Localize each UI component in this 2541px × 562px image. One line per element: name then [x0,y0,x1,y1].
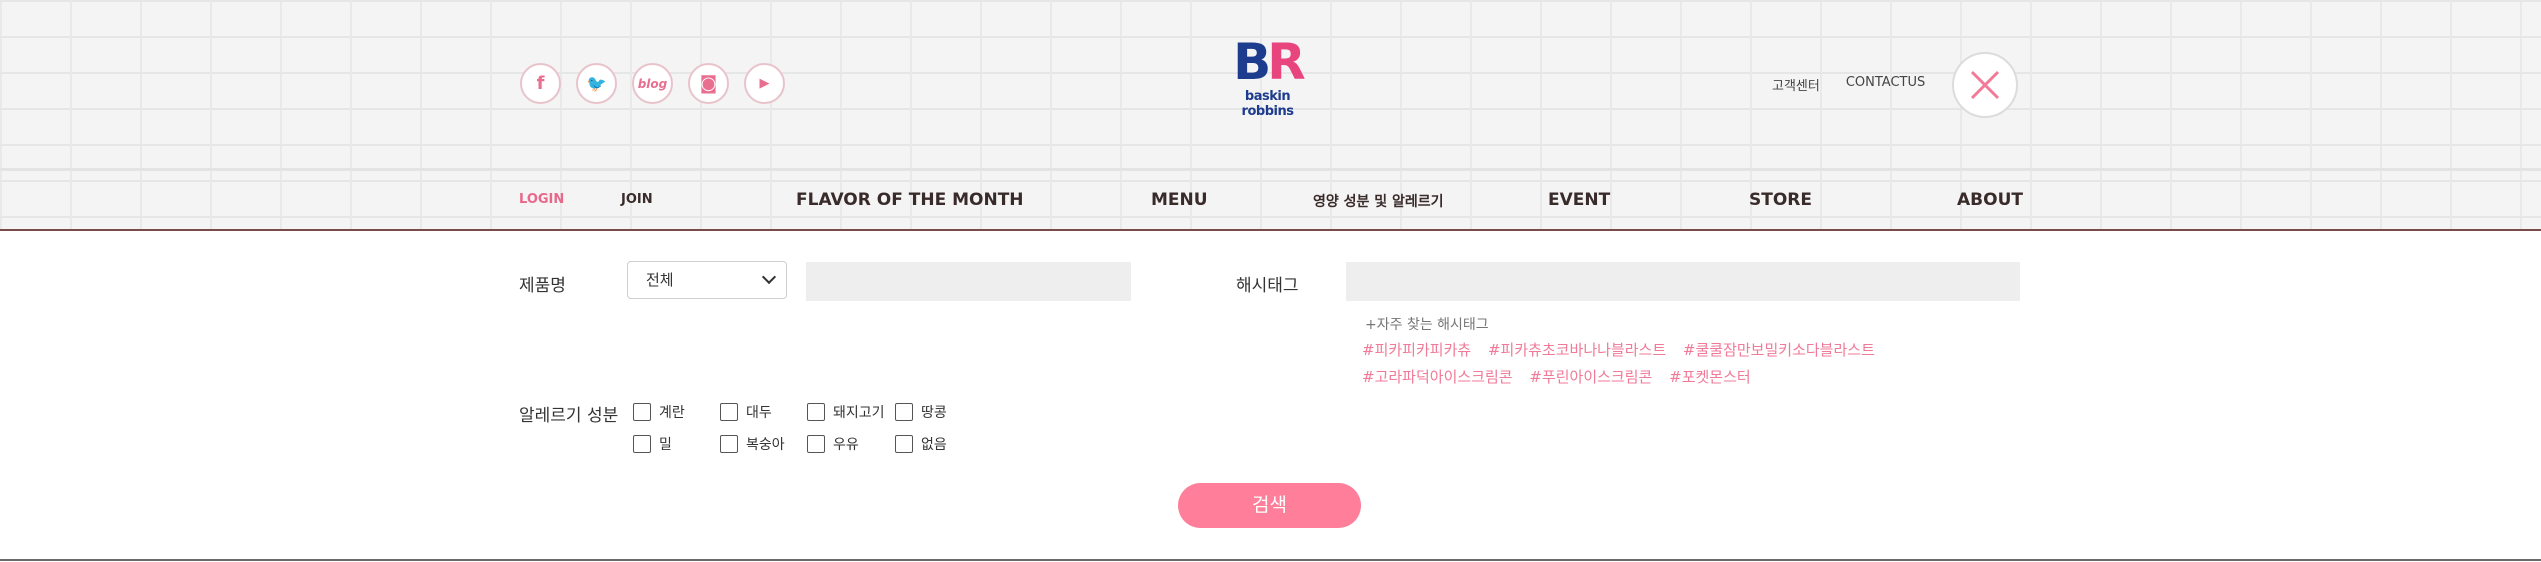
checkbox-icon [895,403,913,421]
hashtag-link[interactable]: #포켓몬스터 [1669,368,1751,386]
allergy-option-label: 밀 [659,437,672,453]
checkbox-icon [807,403,825,421]
frequent-hashtags-hint: +자주 찾는 해시태그 [1365,317,1489,333]
checkbox-icon [633,403,651,421]
checkbox-icon [720,403,738,421]
allergy-checkbox-wheat[interactable]: 밀 [633,434,720,454]
hashtag-link[interactable]: #피카츄초코바나나블라스트 [1488,341,1666,359]
twitter-glyph: 🐦 [586,74,607,93]
nav-store[interactable]: STORE [1749,190,1812,210]
baskin-robbins-logo[interactable]: BR baskin robbins [1225,35,1310,140]
logo-word-robbins: robbins [1241,104,1294,119]
blog-icon[interactable]: blog [632,63,673,104]
checkbox-icon [633,435,651,453]
search-button[interactable]: 검색 [1178,483,1361,528]
allergy-checkbox-none[interactable]: 없음 [895,434,947,454]
nav-nutrition-allergy[interactable]: 영양 성분 및 알레르기 [1313,191,1444,211]
product-name-label: 제품명 [519,276,566,296]
instagram-glyph: ◙ [699,73,718,94]
allergy-checkbox-peach[interactable]: 복숭아 [720,434,807,454]
nav-about[interactable]: ABOUT [1957,190,2023,210]
allergy-option-label: 우유 [833,437,859,453]
category-select[interactable]: 전체 [627,261,787,299]
customer-center-link[interactable]: 고객센터 [1772,75,1820,94]
logo-word-baskin: baskin [1244,89,1291,104]
bottom-border [0,559,2541,561]
allergy-checkbox-pork[interactable]: 돼지고기 [807,402,895,422]
allergy-option-label: 복숭아 [746,437,785,453]
product-name-input[interactable] [806,262,1131,301]
allergy-option-label: 돼지고기 [833,405,885,421]
nav-menu[interactable]: MENU [1151,190,1208,210]
allergy-option-label: 없음 [921,437,947,453]
category-select-value: 전체 [646,271,674,289]
hashtag-list-row2: #고라파덕아이스크림콘 #푸린아이스크림콘 #포켓몬스터 [1362,366,1763,387]
logo-b: B [1233,33,1271,91]
allergy-label: 알레르기 성분 [519,406,619,426]
social-links: f 🐦 blog ◙ ▶ [520,63,785,104]
youtube-glyph: ▶ [759,76,770,91]
allergy-option-label: 계란 [659,405,685,421]
header-bottom-border [0,229,2541,231]
header-divider [0,168,2541,171]
close-icon [1970,70,2000,100]
nav-flavor-of-the-month[interactable]: FLAVOR OF THE MONTH [796,190,1024,210]
blog-glyph: blog [637,76,668,91]
top-links: 고객센터 CONTACTUS [1772,75,1925,94]
hashtag-link[interactable]: #고라파덕아이스크림콘 [1362,368,1513,386]
twitter-icon[interactable]: 🐦 [576,63,617,104]
hashtag-link[interactable]: #피카피카피카츄 [1362,341,1471,359]
checkbox-icon [807,435,825,453]
close-button[interactable] [1952,52,2018,118]
checkbox-icon [720,435,738,453]
hashtag-link[interactable]: #푸린아이스크림콘 [1529,368,1652,386]
logo-r: R [1267,33,1305,91]
hashtag-label: 해시태그 [1236,276,1299,296]
allergy-row2: 밀 복숭아 우유 없음 [633,434,947,454]
instagram-icon[interactable]: ◙ [688,63,729,104]
logo-br-mark: BR [1225,35,1310,89]
allergy-checkbox-egg[interactable]: 계란 [633,402,720,422]
nav-join[interactable]: JOIN [621,192,653,207]
allergy-option-label: 땅콩 [921,405,947,421]
allergy-row1: 계란 대두 돼지고기 땅콩 [633,402,947,422]
allergy-checkbox-milk[interactable]: 우유 [807,434,895,454]
checkbox-icon [895,435,913,453]
allergy-checkbox-peanut[interactable]: 땅콩 [895,402,947,422]
chevron-down-icon [761,269,777,285]
nav-login[interactable]: LOGIN [519,192,564,207]
allergy-checkbox-soy[interactable]: 대두 [720,402,807,422]
facebook-glyph: f [536,73,545,94]
youtube-icon[interactable]: ▶ [744,63,785,104]
hashtag-input[interactable] [1346,262,2020,301]
contact-us-link[interactable]: CONTACTUS [1846,75,1925,94]
facebook-icon[interactable]: f [520,63,561,104]
hashtag-link[interactable]: #쿨쿨잠만보밀키소다블라스트 [1683,341,1875,359]
hashtag-list-row1: #피카피카피카츄 #피카츄초코바나나블라스트 #쿨쿨잠만보밀키소다블라스트 [1362,339,1887,360]
nav-event[interactable]: EVENT [1548,190,1610,210]
allergy-option-label: 대두 [746,405,772,421]
